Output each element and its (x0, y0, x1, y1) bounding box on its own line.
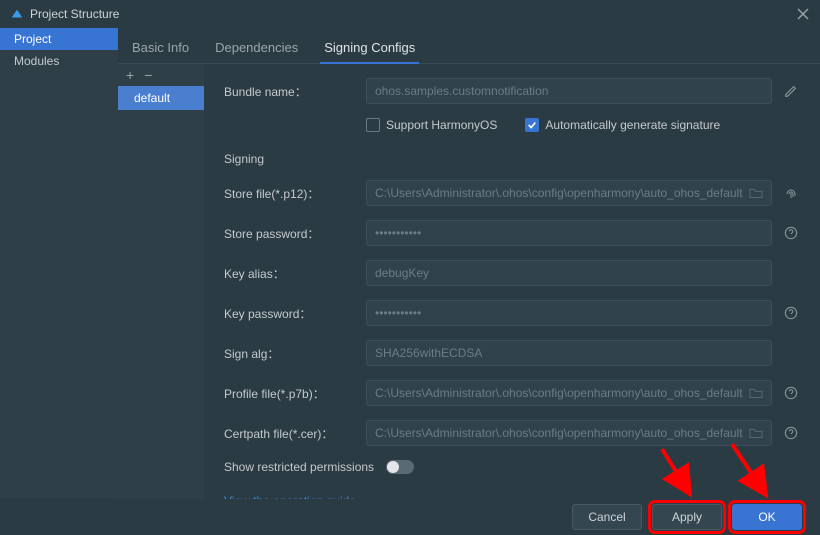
signing-form: Bundle name： ohos.samples.customnotifica… (204, 64, 820, 528)
button-bar: Cancel Apply OK (0, 499, 820, 535)
configs-list: + − default (118, 64, 204, 528)
key-alias-label: Key alias： (224, 265, 366, 282)
left-sidebar: Project Modules (0, 28, 118, 498)
show-restricted-toggle[interactable] (386, 460, 414, 474)
titlebar: Project Structure (0, 0, 820, 28)
profile-file-label: Profile file(*.p7b)： (224, 385, 366, 402)
store-password-label: Store password： (224, 225, 366, 242)
close-icon[interactable] (796, 7, 810, 21)
signing-heading: Signing (224, 152, 800, 166)
remove-config-icon[interactable]: − (144, 67, 152, 83)
cancel-button[interactable]: Cancel (572, 504, 642, 530)
sign-alg-field[interactable]: SHA256withECDSA (366, 340, 772, 366)
key-password-field[interactable]: ••••••••••• (366, 300, 772, 326)
help-icon[interactable] (782, 426, 800, 440)
auto-generate-signature-checkbox[interactable]: Automatically generate signature (525, 118, 720, 132)
help-icon[interactable] (782, 386, 800, 400)
window-title: Project Structure (30, 7, 796, 21)
edit-icon[interactable] (782, 84, 800, 98)
certpath-label: Certpath file(*.cer)： (224, 425, 366, 442)
store-password-field[interactable]: ••••••••••• (366, 220, 772, 246)
key-alias-field[interactable]: debugKey (366, 260, 772, 286)
help-icon[interactable] (782, 226, 800, 240)
tab-dependencies[interactable]: Dependencies (211, 34, 302, 63)
support-harmony-checkbox[interactable]: Support HarmonyOS (366, 118, 497, 132)
tab-signing-configs[interactable]: Signing Configs (320, 34, 419, 63)
profile-file-field[interactable]: C:\Users\Administrator\.ohos\config\open… (366, 380, 772, 406)
folder-icon[interactable] (749, 426, 763, 440)
app-icon (10, 7, 24, 21)
certpath-field[interactable]: C:\Users\Administrator\.ohos\config\open… (366, 420, 772, 446)
key-password-label: Key password： (224, 305, 366, 322)
store-file-field[interactable]: C:\Users\Administrator\.ohos\config\open… (366, 180, 772, 206)
sidebar-item-modules[interactable]: Modules (0, 50, 118, 72)
sign-alg-label: Sign alg： (224, 345, 366, 362)
store-file-label: Store file(*.p12)： (224, 185, 366, 202)
apply-button[interactable]: Apply (652, 504, 722, 530)
folder-icon[interactable] (749, 186, 763, 200)
tab-basic-info[interactable]: Basic Info (128, 34, 193, 63)
ok-button[interactable]: OK (732, 504, 802, 530)
folder-icon[interactable] (749, 386, 763, 400)
add-config-icon[interactable]: + (126, 67, 134, 83)
bundle-name-field[interactable]: ohos.samples.customnotification (366, 78, 772, 104)
fingerprint-icon[interactable] (782, 185, 800, 201)
help-icon[interactable] (782, 306, 800, 320)
sidebar-item-project[interactable]: Project (0, 28, 118, 50)
tab-bar: Basic Info Dependencies Signing Configs (118, 28, 820, 64)
config-item-default[interactable]: default (118, 86, 204, 110)
show-restricted-label: Show restricted permissions (224, 460, 374, 474)
bundle-name-label: Bundle name： (224, 83, 366, 100)
